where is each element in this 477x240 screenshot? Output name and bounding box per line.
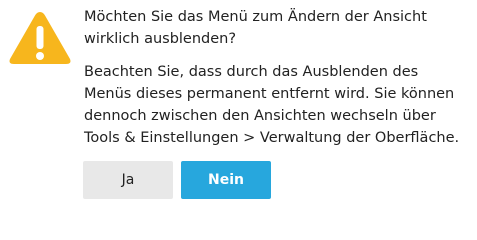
yes-button[interactable]: Ja [83, 161, 173, 199]
dialog-question: Möchten Sie das Menü zum Ändern der Ansi… [84, 9, 427, 47]
no-button[interactable]: Nein [181, 161, 271, 199]
warning-icon [8, 10, 72, 66]
confirm-dialog: Möchten Sie das Menü zum Ändern der Ansi… [0, 0, 477, 207]
dialog-note: Beachten Sie, dass durch das Ausblenden … [84, 64, 460, 146]
